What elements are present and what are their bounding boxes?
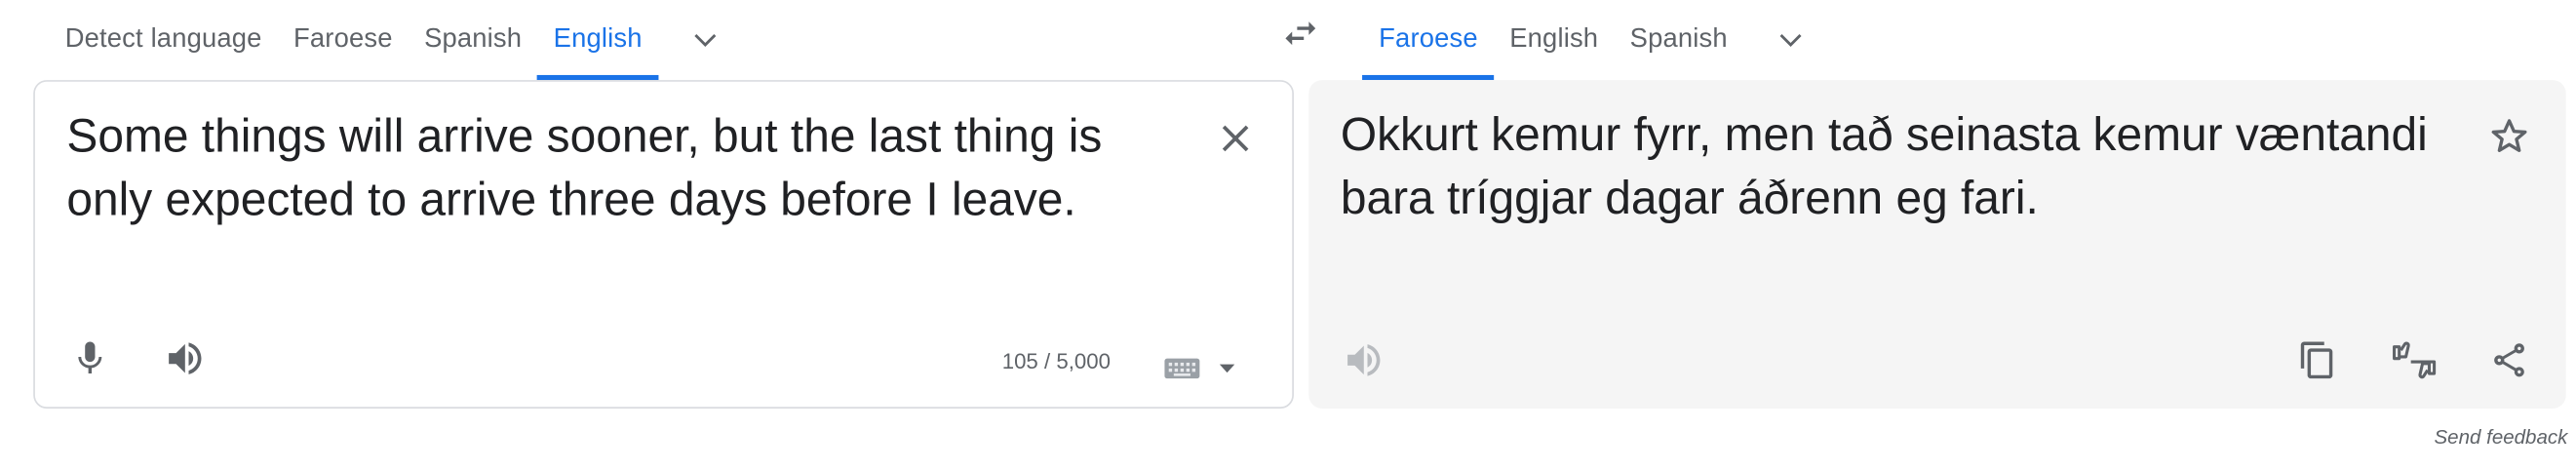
target-language-tabs: Faroese English Spanish [1362,0,1830,81]
chevron-down-icon [1778,34,1801,48]
speaker-icon [1347,344,1381,376]
clear-source-button[interactable] [1202,105,1268,172]
tab-source-spanish[interactable]: Spanish [409,0,538,80]
input-tools-button[interactable] [1164,350,1237,387]
tab-target-faroese[interactable]: Faroese [1362,0,1494,81]
translation-output-panel: Okkurt kemur fyrr, men tað seinasta kemu… [1308,80,2566,409]
listen-translation-button[interactable] [1331,327,1397,393]
share-icon [2494,343,2524,377]
voice-input-button[interactable] [57,325,123,391]
source-text-input[interactable]: Some things will arrive sooner, but the … [66,105,1184,232]
target-language-more-button[interactable] [1750,0,1830,80]
caret-down-icon [1219,364,1235,373]
speaker-icon [169,342,202,374]
save-translation-button[interactable] [2476,103,2542,170]
keyboard-icon [1164,358,1200,379]
send-feedback-link[interactable]: Send feedback [2434,425,2567,449]
tab-target-english[interactable]: English [1494,0,1614,80]
tab-detect-language[interactable]: Detect language [33,0,278,80]
translated-text: Okkurt kemur fyrr, men tað seinasta kemu… [1340,108,2428,224]
microphone-icon [78,341,102,374]
copy-translation-button[interactable] [2284,327,2351,393]
star-icon [2491,119,2527,152]
source-language-tabs: Detect language Faroese Spanish English [33,0,745,81]
thumbs-feedback-icon [2393,341,2437,379]
copy-icon [2300,341,2333,379]
tab-target-spanish[interactable]: Spanish [1614,0,1743,80]
swap-arrows-icon [1285,21,1316,46]
tab-source-faroese[interactable]: Faroese [278,0,409,80]
translate-page: Detect language Faroese Spanish English … [0,0,2576,470]
source-language-more-button[interactable] [665,0,745,80]
rate-translation-button[interactable] [2381,327,2447,393]
chevron-down-icon [693,34,716,48]
share-translation-button[interactable] [2476,327,2542,393]
translate-layout: Detect language Faroese Spanish English … [0,0,2576,470]
swap-languages-button[interactable] [1261,0,1341,66]
tab-source-english[interactable]: English [537,0,659,81]
clear-icon [1222,125,1249,152]
source-text-panel: Some things will arrive sooner, but the … [33,80,1294,409]
character-count: 105 / 5,000 [1001,348,1111,374]
listen-source-button[interactable] [152,325,218,391]
